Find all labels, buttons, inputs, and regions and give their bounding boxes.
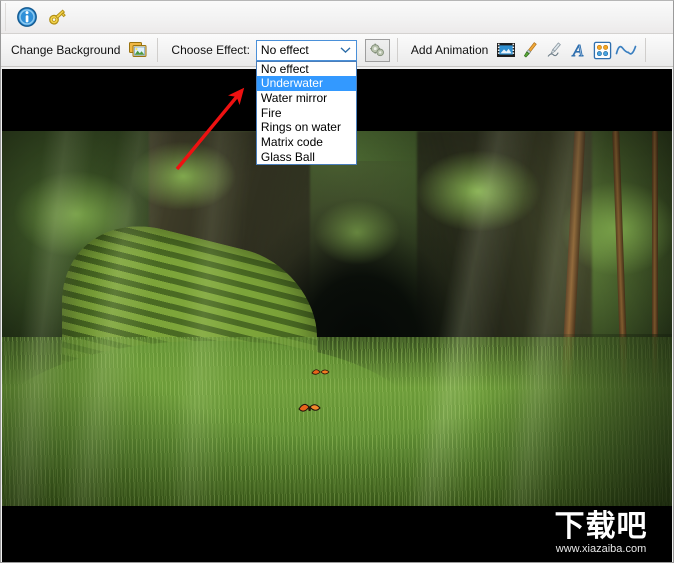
- effect-dropdown-list[interactable]: No effect Underwater Water mirror Fire Rings…: [255, 60, 357, 166]
- gears-icon: [370, 43, 384, 56]
- wave-curve-icon[interactable]: [614, 38, 638, 62]
- toolbar-divider: [645, 38, 647, 62]
- effects-toolbar: Change Background Choose Effect: No effe…: [1, 34, 673, 166]
- watermark-url: www.xiazaiba.com: [555, 542, 647, 555]
- toolbar-divider: [396, 38, 398, 62]
- effect-combobox-value: No effect: [260, 43, 309, 57]
- effect-option-water-mirror[interactable]: Water mirror: [257, 91, 356, 106]
- background-photo: [2, 131, 672, 506]
- particles-icon[interactable]: [590, 38, 614, 62]
- text-a-icon[interactable]: A: [566, 38, 590, 62]
- effect-option-rings-on-water[interactable]: Rings on water: [257, 120, 356, 135]
- effect-combobox-wrapper: No effect No effect Underwater Water mirro…: [255, 39, 357, 166]
- top-icon-bar: [1, 1, 673, 34]
- effect-option-no-effect[interactable]: No effect: [257, 62, 356, 77]
- effect-option-glass-ball[interactable]: Glass Ball: [257, 150, 356, 165]
- svg-text:A: A: [572, 41, 584, 60]
- toolbar-divider: [5, 3, 6, 31]
- effect-settings-button[interactable]: [364, 38, 390, 62]
- vignette: [2, 131, 672, 506]
- info-icon[interactable]: [13, 3, 41, 31]
- application-window: Change Background Choose Effect: No effe…: [0, 0, 674, 563]
- watermark: 下载吧 www.xiazaiba.com: [531, 506, 671, 560]
- change-background-label[interactable]: Change Background: [5, 43, 126, 57]
- add-animation-label: Add Animation: [410, 43, 489, 57]
- choose-effect-label: Choose Effect:: [171, 43, 250, 57]
- pen-nib-icon[interactable]: [542, 38, 566, 62]
- effect-combobox[interactable]: No effect: [255, 39, 357, 61]
- toolbar-divider: [157, 38, 159, 62]
- key-icon[interactable]: [43, 3, 71, 31]
- film-strip-icon[interactable]: [494, 38, 518, 62]
- watermark-title: 下载吧: [554, 508, 648, 544]
- chevron-down-icon[interactable]: [340, 47, 351, 54]
- image-swap-icon[interactable]: [126, 38, 150, 62]
- paintbrush-icon[interactable]: [518, 38, 542, 62]
- effect-option-matrix-code[interactable]: Matrix code: [257, 135, 356, 150]
- effect-option-underwater[interactable]: Underwater: [256, 76, 356, 91]
- effect-option-fire[interactable]: Fire: [257, 106, 356, 121]
